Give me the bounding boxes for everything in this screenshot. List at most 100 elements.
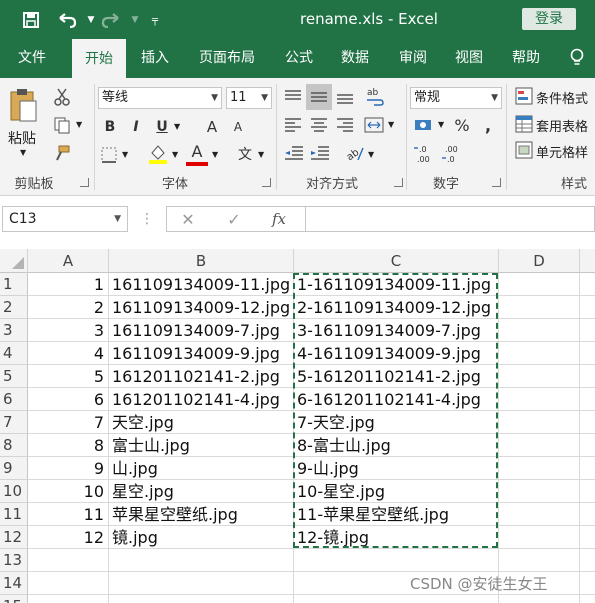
- cell-d[interactable]: [499, 411, 580, 434]
- italic-button[interactable]: I: [126, 116, 146, 138]
- row-header[interactable]: 6: [0, 388, 28, 411]
- paste-label[interactable]: 粘贴: [8, 128, 36, 148]
- save-icon[interactable]: [20, 9, 42, 31]
- number-launcher-icon[interactable]: [492, 178, 501, 187]
- cell-b[interactable]: 山.jpg: [109, 457, 294, 480]
- merge-dropdown-icon[interactable]: ▼: [388, 120, 394, 129]
- cell-c[interactable]: 7-天空.jpg: [294, 411, 499, 434]
- font-color-dropdown-icon[interactable]: ▼: [212, 150, 218, 159]
- enter-icon[interactable]: ✓: [223, 209, 245, 229]
- cell-d[interactable]: [499, 342, 580, 365]
- cell-d[interactable]: [499, 273, 580, 296]
- cell-b[interactable]: 161109134009-9.jpg: [109, 342, 294, 365]
- merge-center-icon[interactable]: [362, 114, 386, 136]
- cell-c[interactable]: [294, 595, 499, 603]
- cell-d[interactable]: [499, 595, 580, 603]
- paste-dropdown-icon[interactable]: ▼: [20, 148, 26, 157]
- column-header-c[interactable]: C: [294, 249, 499, 273]
- column-header-a[interactable]: A: [28, 249, 109, 273]
- tab-data[interactable]: 数据: [330, 38, 380, 78]
- underline-button[interactable]: U: [152, 116, 172, 138]
- accounting-format-icon[interactable]: [412, 114, 438, 136]
- align-top-icon[interactable]: [282, 86, 304, 108]
- cell-a[interactable]: 9: [28, 457, 109, 480]
- cell-b[interactable]: 161201102141-2.jpg: [109, 365, 294, 388]
- orientation-dropdown-icon[interactable]: ▼: [368, 150, 374, 159]
- cell-c[interactable]: 11-苹果星空壁纸.jpg: [294, 503, 499, 526]
- cell-e[interactable]: [580, 411, 595, 434]
- tab-file[interactable]: 文件: [8, 38, 56, 78]
- align-bottom-icon[interactable]: [334, 86, 356, 108]
- cell-e[interactable]: [580, 503, 595, 526]
- row-header[interactable]: 11: [0, 503, 28, 526]
- cell-d[interactable]: [499, 388, 580, 411]
- customize-qat-icon[interactable]: ╤: [144, 9, 166, 31]
- row-header[interactable]: 1: [0, 273, 28, 296]
- cut-icon[interactable]: [50, 86, 74, 108]
- column-header-d[interactable]: D: [499, 249, 580, 273]
- insert-function-button[interactable]: fx: [267, 208, 291, 230]
- format-as-table-icon[interactable]: [514, 114, 534, 134]
- lightbulb-icon[interactable]: [562, 38, 592, 78]
- font-size-combo[interactable]: 11 ▼: [226, 87, 272, 109]
- cell-a[interactable]: 8: [28, 434, 109, 457]
- conditional-format-label[interactable]: 条件格式: [536, 88, 588, 107]
- tab-review[interactable]: 审阅: [388, 38, 438, 78]
- row-header[interactable]: 8: [0, 434, 28, 457]
- cell-c[interactable]: 2-161109134009-12.jpg: [294, 296, 499, 319]
- cell-a[interactable]: 6: [28, 388, 109, 411]
- redo-dropdown-icon[interactable]: ▼: [124, 9, 146, 31]
- select-all-corner[interactable]: [0, 249, 28, 273]
- cell-e[interactable]: [580, 365, 595, 388]
- row-header[interactable]: 3: [0, 319, 28, 342]
- row-header[interactable]: 4: [0, 342, 28, 365]
- alignment-launcher-icon[interactable]: [394, 178, 403, 187]
- cell-e[interactable]: [580, 595, 595, 603]
- cell-d[interactable]: [499, 457, 580, 480]
- cell-c[interactable]: 8-富士山.jpg: [294, 434, 499, 457]
- cell-b[interactable]: 镜.jpg: [109, 526, 294, 549]
- name-box[interactable]: C13 ▼: [2, 206, 128, 232]
- phonetic-button[interactable]: 文: [234, 142, 256, 166]
- redo-icon[interactable]: [100, 9, 122, 31]
- cell-c[interactable]: 5-161201102141-2.jpg: [294, 365, 499, 388]
- row-header[interactable]: 15: [0, 595, 28, 603]
- align-right-icon[interactable]: [334, 114, 356, 136]
- comma-button[interactable]: ,: [478, 114, 498, 136]
- column-header-e[interactable]: [580, 249, 595, 273]
- cell-d[interactable]: [499, 503, 580, 526]
- accounting-dropdown-icon[interactable]: ▼: [438, 120, 444, 129]
- fill-color-dropdown-icon[interactable]: ▼: [172, 150, 178, 159]
- cell-e[interactable]: [580, 319, 595, 342]
- cell-c[interactable]: 12-镜.jpg: [294, 526, 499, 549]
- tab-view[interactable]: 视图: [444, 38, 494, 78]
- grow-font-button[interactable]: A: [202, 116, 222, 138]
- cell-b[interactable]: [109, 572, 294, 595]
- font-name-combo[interactable]: 等线 ▼: [98, 87, 222, 109]
- cell-a[interactable]: 10: [28, 480, 109, 503]
- cell-c[interactable]: 6-161201102141-4.jpg: [294, 388, 499, 411]
- paste-icon[interactable]: [6, 86, 40, 124]
- row-header[interactable]: 2: [0, 296, 28, 319]
- cell-b[interactable]: [109, 595, 294, 603]
- cancel-icon[interactable]: ✕: [177, 209, 199, 229]
- tab-formulas[interactable]: 公式: [274, 38, 324, 78]
- cell-d[interactable]: [499, 526, 580, 549]
- font-launcher-icon[interactable]: [262, 178, 271, 187]
- cell-a[interactable]: [28, 595, 109, 603]
- cell-a[interactable]: [28, 572, 109, 595]
- cell-a[interactable]: 2: [28, 296, 109, 319]
- cell-c[interactable]: 10-星空.jpg: [294, 480, 499, 503]
- cell-d[interactable]: [499, 549, 580, 572]
- increase-indent-icon[interactable]: [308, 142, 332, 164]
- tab-help[interactable]: 帮助: [500, 38, 552, 78]
- cell-a[interactable]: 5: [28, 365, 109, 388]
- copy-icon[interactable]: [50, 114, 74, 136]
- cell-b[interactable]: 161201102141-4.jpg: [109, 388, 294, 411]
- cell-styles-icon[interactable]: [514, 140, 534, 160]
- cell-c[interactable]: 1-161109134009-11.jpg: [294, 273, 499, 296]
- cell-b[interactable]: 苹果星空壁纸.jpg: [109, 503, 294, 526]
- tab-insert[interactable]: 插入: [130, 38, 180, 78]
- cell-e[interactable]: [580, 388, 595, 411]
- row-header[interactable]: 10: [0, 480, 28, 503]
